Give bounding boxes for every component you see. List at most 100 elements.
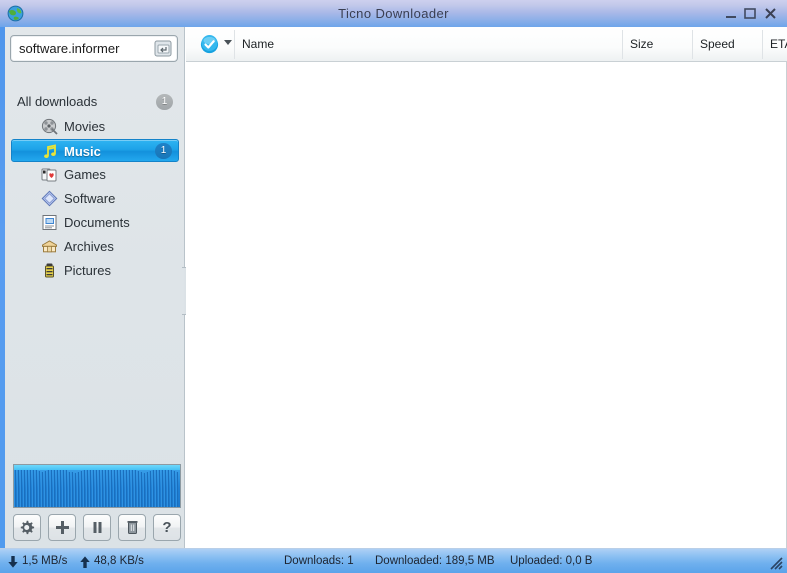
column-separator [622, 30, 623, 59]
speed-graph-bar [50, 469, 52, 507]
close-button[interactable] [761, 0, 779, 27]
speed-graph-bar [134, 470, 136, 507]
speed-graph [13, 464, 181, 508]
column-header-name[interactable]: Name [242, 27, 274, 61]
speed-graph-bar [128, 467, 130, 507]
speed-graph-bar [116, 469, 118, 507]
document-icon [41, 214, 58, 231]
sidebar-item-label: Games [64, 167, 106, 182]
speed-graph-bars [14, 465, 180, 507]
speed-graph-bar [80, 471, 82, 507]
sidebar-item-documents[interactable]: Documents [11, 211, 179, 234]
speed-graph-bar [56, 468, 58, 507]
downloaded-total-text: Downloaded: 189,5 MB [375, 555, 495, 567]
speed-graph-bar [23, 466, 25, 507]
speed-graph-bar [107, 470, 109, 507]
settings-button[interactable] [13, 514, 41, 541]
sidebar-item-archives[interactable]: Archives [11, 235, 179, 258]
enter-key-icon[interactable] [152, 38, 174, 59]
speed-graph-bar [65, 470, 67, 507]
download-list-panel: Name Size Speed ETA [186, 27, 787, 548]
all-downloads-count: 1 [156, 94, 173, 110]
pause-button[interactable] [83, 514, 111, 541]
speed-graph-bar [29, 467, 31, 507]
search-box[interactable] [10, 35, 178, 62]
speed-graph-bar [32, 469, 34, 507]
sidebar-toolbar: ? [13, 514, 183, 542]
sidebar-item-label: Software [64, 191, 116, 206]
column-separator [234, 30, 235, 59]
film-reel-icon [41, 118, 58, 135]
speed-graph-bar [14, 468, 16, 507]
download-arrow-icon [8, 555, 18, 573]
speed-graph-bar [17, 467, 19, 507]
search-input[interactable] [19, 36, 137, 61]
blue-check-icon[interactable] [200, 35, 219, 54]
maximize-button[interactable] [741, 0, 759, 27]
speed-graph-bar [170, 470, 172, 507]
delete-button[interactable] [118, 514, 146, 541]
speed-graph-bar [152, 470, 154, 507]
status-bar: 1,5 MB/s 48,8 KB/s Downloads: 1 Download… [0, 548, 787, 573]
download-speed-text: 1,5 MB/s [22, 555, 68, 567]
speed-graph-bar [62, 469, 64, 507]
column-header-size[interactable]: Size [630, 27, 653, 61]
application-window: Ticno Downloader All [0, 0, 787, 573]
speed-graph-bar [122, 466, 124, 507]
speed-graph-bar [86, 468, 88, 507]
sidebar-item-games[interactable]: Games [11, 163, 179, 186]
resize-grip[interactable] [769, 556, 783, 570]
speed-graph-bar [140, 472, 142, 507]
speed-graph-bar [68, 472, 70, 507]
sidebar-item-pictures[interactable]: Pictures [11, 259, 179, 282]
speed-graph-bar [95, 466, 97, 507]
speed-graph-bar [26, 466, 28, 507]
sidebar-item-label: Archives [64, 239, 114, 254]
all-downloads-label: All downloads [17, 94, 98, 109]
playing-cards-icon [41, 166, 58, 183]
downloads-count-text: Downloads: 1 [284, 555, 354, 567]
sidebar-item-label: Music [64, 144, 101, 159]
speed-graph-bar [131, 468, 133, 507]
speed-graph-bar [53, 468, 55, 507]
chevron-down-icon[interactable] [224, 40, 232, 45]
upload-speed-text: 48,8 KB/s [94, 555, 144, 567]
speed-graph-bar [71, 472, 73, 507]
speed-graph-bar [83, 469, 85, 507]
sidebar-item-music[interactable]: Music 1 [11, 139, 179, 162]
speed-graph-bar [164, 468, 166, 507]
music-note-icon [42, 143, 59, 160]
minimize-button[interactable] [722, 0, 740, 27]
speed-graph-bar [155, 469, 157, 507]
speed-graph-bar [77, 472, 79, 507]
speed-graph-bar [101, 469, 103, 507]
speed-graph-bar [41, 472, 43, 507]
download-list-body[interactable] [186, 62, 787, 548]
speed-graph-bar [161, 468, 163, 507]
sidebar-item-movies[interactable]: Movies [11, 115, 179, 138]
speed-graph-bar [104, 470, 106, 507]
column-header-speed[interactable]: Speed [700, 27, 735, 61]
speed-graph-bar [59, 468, 61, 507]
speed-graph-bar [98, 467, 100, 507]
speed-graph-bar [47, 470, 49, 507]
add-button[interactable] [48, 514, 76, 541]
help-label: ? [162, 519, 172, 536]
speed-graph-bar [146, 472, 148, 507]
speed-graph-bar [113, 470, 115, 507]
list-column-header: Name Size Speed ETA [186, 27, 787, 62]
help-button[interactable]: ? [153, 514, 181, 541]
speed-graph-bar [176, 472, 178, 507]
speed-graph-bar [44, 471, 46, 507]
speed-graph-bar [167, 469, 169, 507]
sidebar-item-software[interactable]: Software [11, 187, 179, 210]
speed-graph-bar [173, 471, 175, 507]
speed-graph-bar [110, 470, 112, 507]
column-header-eta[interactable]: ETA [770, 27, 787, 61]
sidebar-item-count: 1 [155, 143, 172, 159]
column-separator [692, 30, 693, 59]
speed-graph-bar [89, 467, 91, 507]
sidebar-item-all-downloads[interactable]: All downloads 1 [11, 91, 179, 113]
sidebar-item-label: Movies [64, 119, 106, 134]
speed-graph-bar [149, 471, 151, 507]
